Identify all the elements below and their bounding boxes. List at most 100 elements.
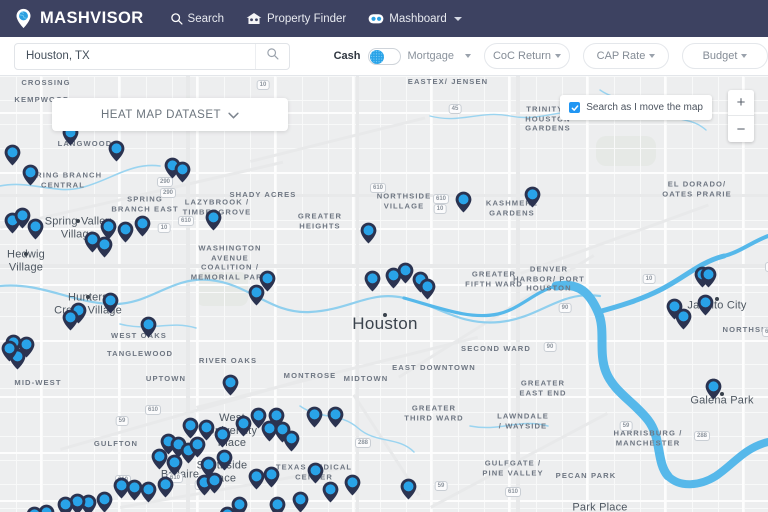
search-icon [266, 47, 279, 65]
zoom-in-button[interactable]: + [728, 90, 754, 116]
property-marker-pin[interactable] [400, 478, 417, 500]
property-marker-pin[interactable] [700, 266, 717, 288]
search-as-i-move-label: Search as I move the map [586, 102, 703, 113]
property-marker-pin[interactable] [57, 496, 74, 512]
property-marker-pin[interactable] [306, 406, 323, 428]
nav-item-label: Mashboard [389, 12, 447, 25]
property-marker-pin[interactable] [283, 430, 300, 452]
property-marker-pin[interactable] [102, 292, 119, 314]
filter-coc-return[interactable]: CoC Return [484, 43, 570, 69]
checkbox-checked-icon[interactable] [569, 102, 581, 113]
property-marker-pin[interactable] [108, 140, 125, 162]
city-dot [86, 295, 90, 299]
property-marker-pin[interactable] [216, 449, 233, 471]
highway-shield: 90 [543, 342, 557, 352]
property-marker-pin[interactable] [222, 374, 239, 396]
highway-shield: 610 [504, 487, 522, 497]
highway-shield: 610 [432, 194, 450, 204]
search-as-i-move-toggle[interactable]: Search as I move the map [560, 95, 712, 120]
property-marker-pin[interactable] [189, 436, 206, 458]
cash-label: Cash [333, 50, 361, 62]
property-marker-pin[interactable] [113, 477, 130, 499]
highway-shield: 59 [115, 416, 129, 426]
property-marker-pin[interactable] [18, 336, 35, 358]
property-marker-pin[interactable] [697, 294, 714, 316]
property-marker-pin[interactable] [22, 164, 39, 186]
nav-item-label: Property Finder [266, 12, 347, 25]
highway-shield: 59 [619, 421, 633, 431]
property-marker-pin[interactable] [360, 222, 377, 244]
property-marker-pin[interactable] [675, 308, 692, 330]
property-marker-pin[interactable] [705, 378, 722, 400]
chevron-down-icon [228, 106, 239, 124]
property-marker-pin[interactable] [27, 218, 44, 240]
search-submit-button[interactable] [254, 43, 289, 69]
property-marker-pin[interactable] [96, 236, 113, 258]
property-marker-pin[interactable] [455, 191, 472, 213]
property-marker-pin[interactable] [4, 144, 21, 166]
filter-cap-rate[interactable]: CAP Rate [583, 43, 669, 69]
property-marker-pin[interactable] [157, 476, 174, 498]
property-marker-pin[interactable] [62, 309, 79, 331]
property-marker-pin[interactable] [140, 316, 157, 338]
property-marker-pin[interactable] [327, 406, 344, 428]
property-marker-pin[interactable] [344, 474, 361, 496]
mortgage-label[interactable]: Mortgage [408, 50, 454, 62]
nav-item-mashboard[interactable]: Mashboard [368, 12, 462, 25]
highway-shield: 10 [157, 223, 171, 233]
property-marker-pin[interactable] [214, 426, 231, 448]
property-marker-pin[interactable] [206, 472, 223, 494]
filter-budget[interactable]: Budget [682, 43, 768, 69]
location-search-box[interactable] [14, 42, 290, 70]
filter-label: Budget [702, 50, 738, 62]
heat-map-dataset-label: HEAT MAP DATASET [100, 108, 222, 121]
highway-shield: 90 [558, 303, 572, 313]
filter-label: CoC Return [492, 50, 552, 62]
property-marker-pin[interactable] [96, 491, 113, 512]
property-marker-pin[interactable] [322, 481, 339, 503]
property-marker-pin[interactable] [364, 270, 381, 292]
property-marker-pin[interactable] [292, 491, 309, 512]
property-marker-pin[interactable] [1, 340, 18, 362]
heat-map-dataset-selector[interactable]: HEAT MAP DATASET [52, 98, 288, 131]
property-marker-pin[interactable] [166, 454, 183, 476]
highway-shield: 610 [369, 183, 387, 193]
nav-item-search[interactable]: Search [170, 12, 224, 25]
highway-shield: 10 [433, 204, 447, 214]
zoom-out-button[interactable]: − [728, 116, 754, 142]
property-marker-pin[interactable] [524, 186, 541, 208]
property-marker-pin[interactable] [263, 466, 280, 488]
property-marker-pin[interactable] [259, 270, 276, 292]
highway-shield: 288 [354, 438, 372, 448]
map-pin-globe-icon [13, 8, 34, 29]
property-marker-pin[interactable] [26, 506, 43, 512]
chevron-down-icon[interactable] [465, 53, 471, 58]
property-marker-pin[interactable] [419, 278, 436, 300]
highway-shield: 45 [448, 104, 462, 114]
search-input[interactable] [15, 50, 255, 62]
cash-mortgage-toggle[interactable] [367, 47, 401, 65]
property-marker-pin[interactable] [269, 496, 286, 512]
house-finder-icon [246, 12, 262, 25]
chevron-down-icon [649, 53, 656, 58]
property-marker-pin[interactable] [117, 221, 134, 243]
highway-shield: 10 [256, 80, 270, 90]
chevron-down-icon [555, 53, 562, 58]
nav-item-property-finder[interactable]: Property Finder [246, 12, 346, 25]
property-marker-pin[interactable] [174, 161, 191, 183]
map-canvas[interactable]: CROSSING KEMPWOOD LANGWOOD SPRING BRANCH CE… [0, 76, 768, 512]
city-dot [76, 219, 80, 223]
dashboard-gauge-icon [368, 12, 384, 25]
financing-toggle-group: Cash Mortgage [333, 47, 471, 65]
property-marker-pin[interactable] [205, 209, 222, 231]
app-header: MASHVISOR Search Property Finder Mashboa… [0, 0, 768, 37]
property-marker-pin[interactable] [219, 506, 236, 512]
highway-shield: 610 [177, 216, 195, 226]
highway-shield: 610 [144, 405, 162, 415]
property-marker-pin[interactable] [134, 215, 151, 237]
highway-shield: 59 [434, 481, 448, 491]
map-zoom-controls: + − [728, 90, 754, 142]
brand-logo[interactable]: MASHVISOR [13, 8, 144, 29]
search-icon [170, 12, 183, 25]
chevron-down-icon [741, 53, 748, 58]
